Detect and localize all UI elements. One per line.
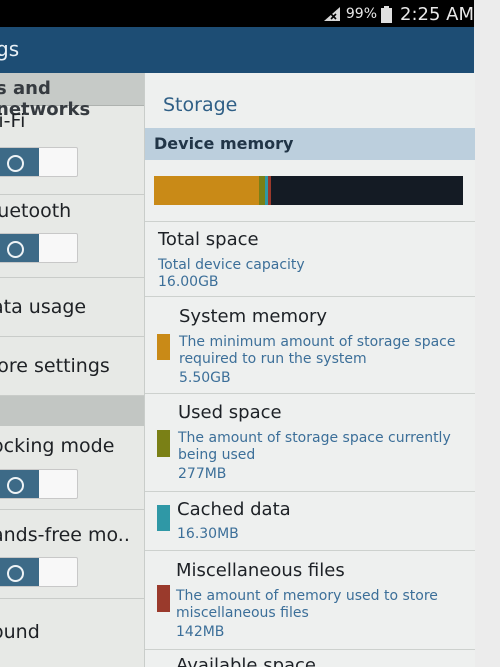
section-header-device xyxy=(0,396,144,426)
wifi-toggle[interactable] xyxy=(0,147,78,177)
battery-icon xyxy=(381,5,392,23)
system-memory-title: System memory xyxy=(179,306,328,327)
storage-detail-panel: Storage Device memory Total space Total … xyxy=(144,73,475,667)
available-space-title: Available space xyxy=(176,655,317,667)
cached-data-color-swatch xyxy=(157,505,170,531)
memory-usage-bar xyxy=(154,176,463,205)
misc-files-color-swatch xyxy=(157,585,170,612)
total-space-desc: Total device capacity xyxy=(158,257,305,273)
wifi-label: /i-Fi xyxy=(0,110,26,132)
used-space-row[interactable]: Used space The amount of storage space c… xyxy=(145,393,475,491)
status-bar: 99% 2:25 AM xyxy=(0,0,500,27)
used-space-value: 277MB xyxy=(178,466,227,482)
total-space-value: 16.00GB xyxy=(158,274,219,290)
action-bar-title: gs xyxy=(0,37,20,61)
section-header-connections: s and networks xyxy=(0,73,144,120)
misc-files-row[interactable]: Miscellaneous files The amount of memory… xyxy=(145,550,475,649)
available-space-row[interactable]: Available space xyxy=(145,649,475,667)
cached-data-value: 16.30MB xyxy=(177,526,239,542)
action-bar: gs xyxy=(0,27,474,73)
system-memory-desc: The minimum amount of storage space requ… xyxy=(179,334,456,367)
bluetooth-label: luetooth xyxy=(0,200,72,222)
settings-item-hands-free[interactable]: ands-free mo.. xyxy=(0,510,144,599)
settings-list-panel: s and networks /i-Fi luetooth ata usage … xyxy=(0,73,144,667)
settings-item-wifi[interactable]: /i-Fi xyxy=(0,106,144,195)
storage-title: Storage xyxy=(163,94,238,116)
more-settings-label: lore settings xyxy=(0,355,110,377)
hands-free-label: ands-free mo.. xyxy=(0,524,130,546)
used-space-desc: The amount of storage space currently be… xyxy=(178,430,451,463)
used-space-title: Used space xyxy=(178,402,282,423)
device-bezel xyxy=(474,0,500,667)
toggle-knob-icon xyxy=(7,565,24,582)
clock: 2:25 AM xyxy=(400,3,474,25)
used-space-color-swatch xyxy=(157,430,170,457)
settings-item-blocking-mode[interactable]: ocking mode xyxy=(0,427,144,510)
toggle-knob-icon xyxy=(7,477,24,494)
settings-item-more-settings[interactable]: lore settings xyxy=(0,337,144,396)
system-memory-row[interactable]: System memory The minimum amount of stor… xyxy=(145,296,475,393)
device-memory-header: Device memory xyxy=(145,128,475,160)
memory-bar-available-segment xyxy=(271,176,463,205)
battery-percent: 99% xyxy=(345,6,377,22)
signal-icon xyxy=(323,7,340,21)
settings-item-data-usage[interactable]: ata usage xyxy=(0,278,144,337)
total-space-title: Total space xyxy=(158,229,259,250)
toggle-knob-icon xyxy=(7,241,24,258)
cached-data-title: Cached data xyxy=(177,499,291,520)
system-memory-value: 5.50GB xyxy=(179,370,231,386)
misc-files-value: 142MB xyxy=(176,624,225,640)
blocking-mode-toggle[interactable] xyxy=(0,469,78,499)
settings-item-bluetooth[interactable]: luetooth xyxy=(0,195,144,278)
sound-label: ound xyxy=(0,621,40,643)
data-usage-label: ata usage xyxy=(0,296,87,318)
blocking-mode-label: ocking mode xyxy=(0,435,115,457)
memory-bar-system-segment xyxy=(154,176,259,205)
device-memory-label: Device memory xyxy=(154,134,294,153)
misc-files-title: Miscellaneous files xyxy=(176,560,345,581)
hands-free-toggle[interactable] xyxy=(0,557,78,587)
system-memory-color-swatch xyxy=(157,334,170,360)
misc-files-desc: The amount of memory used to store misce… xyxy=(176,588,438,621)
toggle-knob-icon xyxy=(7,155,24,172)
bluetooth-toggle[interactable] xyxy=(0,233,78,263)
status-icons: 99% 2:25 AM xyxy=(322,3,474,25)
settings-item-sound[interactable]: ound xyxy=(0,599,144,667)
total-space-row: Total space Total device capacity 16.00G… xyxy=(145,221,475,296)
cached-data-row[interactable]: Cached data 16.30MB xyxy=(145,491,475,550)
